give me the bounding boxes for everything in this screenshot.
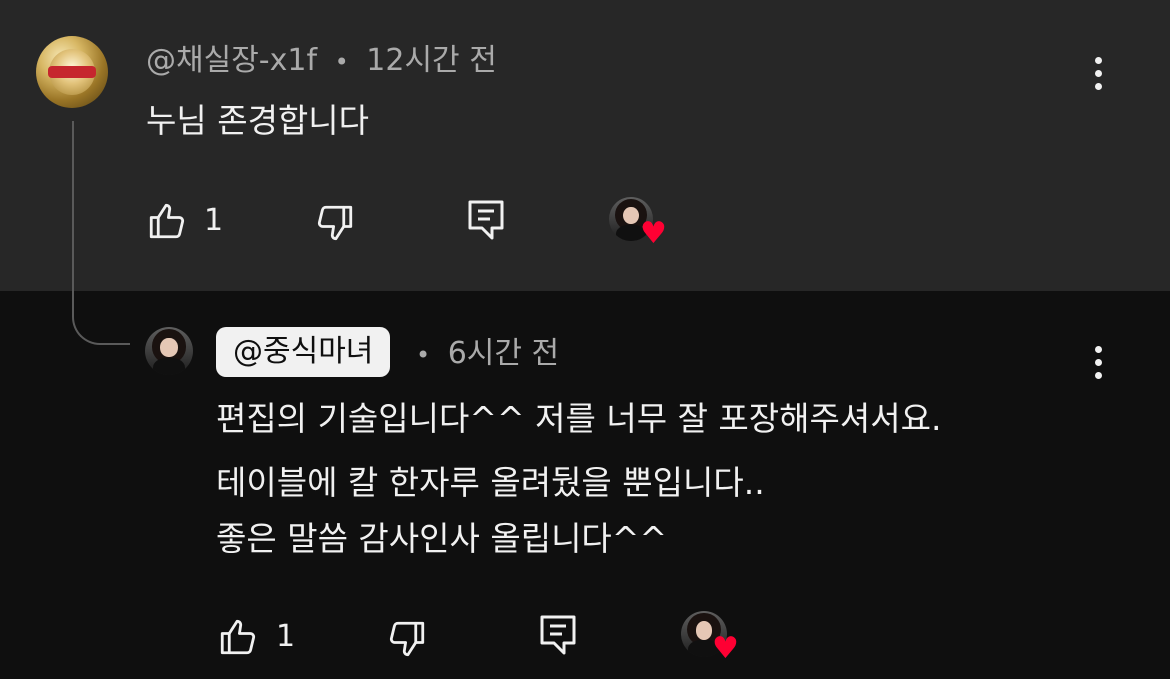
heart-icon: ♥ bbox=[640, 216, 667, 251]
comment-reply-icon[interactable] bbox=[538, 614, 578, 658]
like-count: 1 bbox=[276, 619, 296, 654]
reply-text-line: 좋은 말씀 감사인사 올립니다^^ bbox=[216, 519, 668, 558]
reply-text-line: 편집의 기술입니다^^ 저를 너무 잘 포장해주셔서요. bbox=[216, 399, 942, 438]
reply-meta: • 6시간 전 bbox=[416, 339, 559, 369]
comment-time: 12시간 전 bbox=[366, 43, 497, 78]
reply-time: 6시간 전 bbox=[447, 336, 560, 371]
comment-handle[interactable]: @채실장-x1f bbox=[146, 43, 317, 78]
comment-reply-icon[interactable] bbox=[466, 199, 506, 243]
heart-icon: ♥ bbox=[712, 631, 739, 666]
meta-separator: • bbox=[334, 48, 349, 76]
thumb-up-icon[interactable] bbox=[146, 200, 188, 242]
commenter-avatar[interactable] bbox=[36, 36, 108, 108]
meta-separator: • bbox=[416, 341, 431, 369]
thumb-down-icon[interactable] bbox=[386, 618, 428, 660]
reply-text-line: 테이블에 칼 한자루 올려뒀을 뿐입니다.. bbox=[216, 463, 765, 502]
reply-handle-badge[interactable]: @중식마녀 bbox=[216, 327, 391, 377]
reply-author-avatar[interactable] bbox=[145, 327, 193, 375]
comment-meta: @채실장-x1f • 12시간 전 bbox=[146, 46, 497, 76]
thumb-down-icon[interactable] bbox=[314, 202, 356, 244]
thumb-up-icon[interactable] bbox=[217, 616, 259, 658]
ring-band bbox=[48, 66, 96, 78]
thread-connector-line bbox=[72, 121, 130, 345]
like-count: 1 bbox=[204, 203, 224, 238]
more-vert-icon[interactable] bbox=[1091, 346, 1105, 385]
more-vert-icon[interactable] bbox=[1091, 57, 1105, 96]
comment-text: 누님 존경합니다 bbox=[146, 101, 370, 140]
